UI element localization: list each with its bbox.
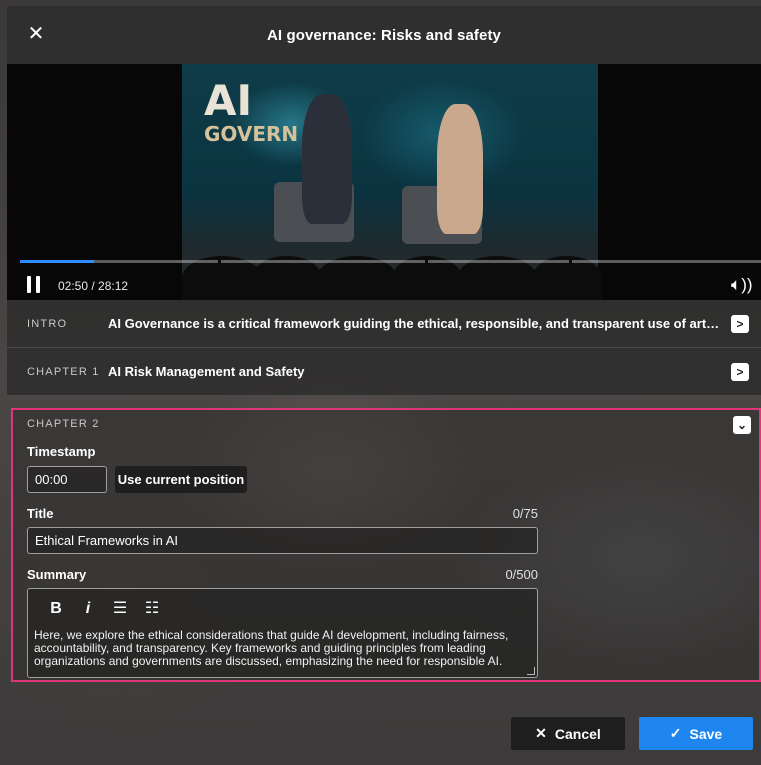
use-current-position-button[interactable]: Use current position (115, 466, 247, 493)
chapter-marker (425, 260, 428, 263)
video-player[interactable]: AI GOVERN 02:50 / 28:12 🔈︎)) (7, 64, 761, 300)
volume-icon[interactable]: 🔈︎)) (731, 275, 757, 295)
chapter-title: AI Governance is a critical framework gu… (108, 316, 721, 331)
title-label: Title (27, 506, 54, 521)
timestamp-input[interactable]: 00:00 (27, 466, 107, 493)
chapter-label: INTRO (27, 317, 68, 330)
chapter-label: CHAPTER 2 (27, 418, 100, 430)
modal-header: ✕ AI governance: Risks and safety (7, 6, 761, 64)
title-input[interactable]: Ethical Frameworks in AI (27, 527, 538, 554)
resize-handle[interactable] (527, 667, 535, 675)
chapter-label: CHAPTER 1 (27, 365, 100, 378)
summary-label: Summary (27, 567, 87, 582)
pause-icon[interactable] (27, 276, 43, 294)
summary-editor[interactable]: B i ☰ ☷ Here, we explore the ethical con… (27, 588, 538, 678)
chapter-row-chapter-1[interactable]: CHAPTER 1 AI Risk Management and Safety … (7, 348, 761, 396)
save-button[interactable]: ✓ Save (639, 717, 753, 750)
chapter-row-intro[interactable]: INTRO AI Governance is a critical framew… (7, 300, 761, 348)
timestamp-label: Timestamp (27, 444, 96, 459)
check-icon: ✓ (669, 725, 682, 741)
italic-icon[interactable]: i (72, 597, 104, 621)
video-sign: AI GOVERN (204, 76, 299, 146)
page-title: AI governance: Risks and safety (266, 26, 502, 44)
bullet-list-icon[interactable]: ☰ (104, 597, 136, 621)
speaker-man (302, 94, 352, 224)
save-label: Save (689, 725, 723, 742)
chapter-marker (569, 260, 572, 263)
chapter-title: AI Risk Management and Safety (108, 364, 305, 379)
cancel-button[interactable]: ✕ Cancel (511, 717, 625, 750)
close-icon: ✕ (535, 725, 547, 741)
title-counter: 0/75 (512, 506, 538, 521)
numbered-list-icon[interactable]: ☷ (136, 597, 168, 621)
chevron-right-icon[interactable]: > (731, 362, 749, 381)
chapter-marker (218, 260, 221, 263)
formatting-toolbar: B i ☰ ☷ (40, 597, 168, 621)
chapter-editor-modal: ✕ AI governance: Risks and safety AI GOV… (7, 6, 761, 765)
timecode: 02:50 / 28:12 (58, 279, 129, 293)
chevron-down-icon[interactable]: ⌄ (733, 416, 751, 434)
speaker-woman (437, 104, 483, 234)
chapter-edit-panel: CHAPTER 2 ⌄ Timestamp 00:00 Use current … (11, 408, 761, 682)
progress-fill (20, 260, 95, 263)
progress-bar[interactable] (20, 260, 761, 263)
bold-icon[interactable]: B (40, 597, 72, 621)
cancel-label: Cancel (554, 725, 601, 742)
chevron-right-icon[interactable]: > (731, 314, 749, 333)
summary-counter: 0/500 (505, 567, 538, 582)
summary-text[interactable]: Here, we explore the ethical considerati… (34, 629, 529, 668)
close-icon[interactable]: ✕ (25, 23, 47, 45)
